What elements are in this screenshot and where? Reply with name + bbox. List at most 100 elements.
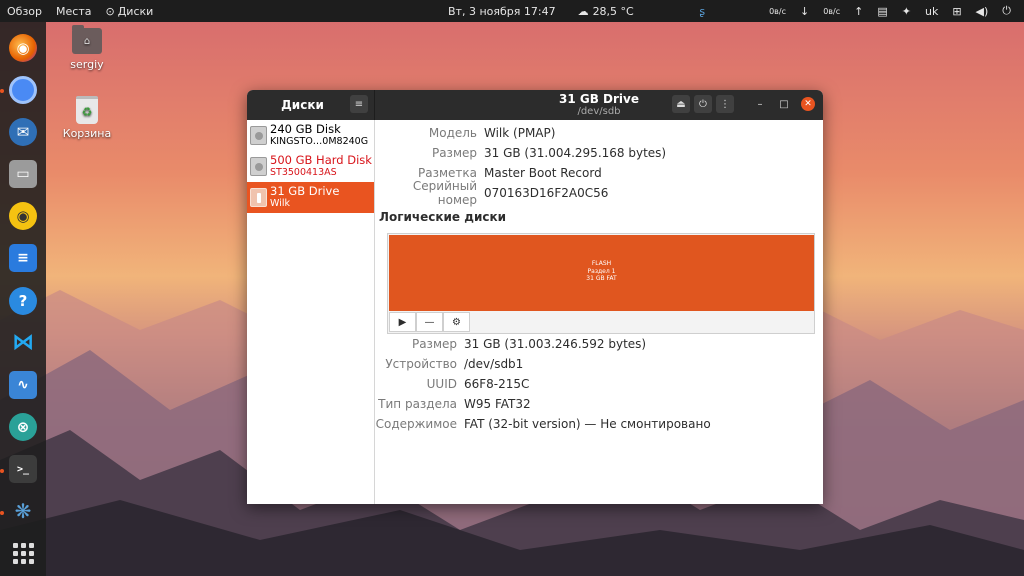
app-menu[interactable]: ⊙ Диски bbox=[98, 5, 160, 18]
property-value: Wilk (PMAP) bbox=[484, 126, 556, 140]
property-value: 66F8-215C bbox=[464, 377, 530, 391]
partition-properties: Размер 31 GB (31.003.246.592 bytes) Устр… bbox=[375, 334, 823, 434]
dock: ◉ ✉ ▭ ◉ ≡ ? ⋈ ∿ ⊗ >_ ❋ bbox=[0, 22, 46, 576]
volume-map: FLASH Раздел 1 31 GB FAT ▶ — ⚙ bbox=[387, 233, 815, 334]
drive-item-31gb[interactable]: 31 GB Drive Wilk bbox=[247, 182, 374, 213]
gears-icon: ⚙ bbox=[452, 316, 461, 328]
more-vertical-icon: ⋮ bbox=[720, 98, 730, 110]
libreoffice-writer-icon: ≡ bbox=[9, 244, 37, 273]
dock-vscode[interactable]: ⋈ bbox=[5, 326, 41, 359]
property-row: Модель Wilk (PMAP) bbox=[375, 123, 823, 143]
clock-area[interactable]: Вт, 3 ноября 17:47 ☁ 28,5 °C bbox=[448, 5, 634, 18]
app-menu-button[interactable]: ≡ bbox=[350, 95, 368, 113]
disks-window: Диски ≡ 31 GB Drive /dev/sdb ⏏ ⏻ ⋮ – □ ✕… bbox=[247, 90, 823, 504]
partition-segment[interactable]: FLASH Раздел 1 31 GB FAT bbox=[389, 235, 814, 311]
dock-thunderbird[interactable]: ✉ bbox=[5, 115, 41, 148]
drive-model: Wilk bbox=[270, 197, 290, 209]
clipboard-icon[interactable]: ▤ bbox=[870, 5, 894, 18]
dock-writer[interactable]: ≡ bbox=[5, 242, 41, 275]
dock-chromium[interactable] bbox=[0, 73, 41, 106]
drive-properties: Модель Wilk (PMAP) Размер 31 GB (31.004.… bbox=[375, 123, 823, 207]
trash-icon: ♻ bbox=[76, 96, 98, 124]
delete-partition-button[interactable]: — bbox=[416, 312, 443, 332]
accessibility-icon[interactable]: ✦ bbox=[895, 5, 918, 18]
sidebar-header: Диски ≡ bbox=[247, 90, 375, 120]
window-subtitle: /dev/sdb bbox=[577, 106, 621, 118]
dock-help[interactable]: ? bbox=[5, 284, 41, 317]
net-down-label: 0в/с bbox=[769, 6, 786, 16]
dock-remmina[interactable]: ⊗ bbox=[5, 410, 41, 443]
places-menu[interactable]: Места bbox=[49, 5, 98, 18]
net-speed-up: 0в/с bbox=[816, 7, 847, 16]
property-row: Размер 31 GB (31.003.246.592 bytes) bbox=[375, 334, 823, 354]
power-off-button[interactable]: ⏻ bbox=[694, 95, 712, 113]
drive-item-240gb[interactable]: 240 GB Disk KINGSTO…0M8240G bbox=[247, 120, 374, 151]
property-row: Серийный номер 070163D16F2A0C56 bbox=[375, 179, 823, 207]
system-monitor-icon: ∿ bbox=[9, 370, 37, 399]
maximize-button[interactable]: □ bbox=[777, 99, 791, 110]
dock-terminal[interactable]: >_ bbox=[0, 453, 41, 486]
clock: Вт, 3 ноября 17:47 bbox=[448, 4, 556, 18]
network-icon[interactable]: ⊞ bbox=[945, 5, 968, 18]
header-bar: Диски ≡ 31 GB Drive /dev/sdb ⏏ ⏻ ⋮ – □ ✕ bbox=[247, 90, 823, 120]
property-key: Разметка bbox=[418, 166, 477, 180]
files-icon: ▭ bbox=[9, 160, 37, 189]
drive-options-button[interactable]: ⋮ bbox=[716, 95, 734, 113]
hard-disk-icon bbox=[250, 157, 267, 176]
property-key: Размер bbox=[411, 337, 457, 351]
help-icon: ? bbox=[9, 286, 37, 315]
dock-firefox[interactable]: ◉ bbox=[5, 31, 41, 64]
dock-rhythmbox[interactable]: ◉ bbox=[5, 200, 41, 233]
firefox-icon: ◉ bbox=[9, 33, 37, 62]
sidebar-title: Диски bbox=[281, 98, 324, 112]
drive-item-500gb[interactable]: 500 GB Hard Disk ST3500413AS bbox=[247, 151, 374, 182]
power-menu-icon[interactable]: ⏻ bbox=[995, 4, 1018, 18]
desktop-home-folder[interactable]: ⌂ sergiy bbox=[57, 25, 117, 71]
drive-actions: ⏏ ⏻ ⋮ bbox=[672, 95, 734, 113]
minimize-button[interactable]: – bbox=[753, 99, 767, 110]
extension-icon[interactable]: ʂ bbox=[692, 5, 712, 18]
property-key: Размер bbox=[431, 146, 477, 160]
keyboard-layout[interactable]: uk bbox=[918, 5, 945, 18]
thunderbird-icon: ✉ bbox=[9, 117, 37, 146]
property-value: 31 GB (31.003.246.592 bytes) bbox=[464, 337, 647, 351]
property-value: FAT (32-bit version) — Не смонтировано bbox=[464, 417, 711, 431]
remmina-icon: ⊗ bbox=[9, 412, 37, 441]
system-tray: ʂ 0в/с ↓ 0в/с ↑ ▤ ✦ uk ⊞ ◀) ⏻ bbox=[692, 4, 1018, 18]
dock-system-monitor[interactable]: ∿ bbox=[5, 368, 41, 401]
running-indicator bbox=[0, 468, 4, 473]
volumes-heading: Логические диски bbox=[379, 210, 507, 224]
drive-list: 240 GB Disk KINGSTO…0M8240G 500 GB Hard … bbox=[247, 120, 375, 504]
drive-model: KINGSTO…0M8240G bbox=[270, 135, 369, 147]
window-title: 31 GB Drive bbox=[558, 92, 639, 106]
dock-kde-connect[interactable]: ❋ bbox=[0, 495, 41, 528]
desktop-trash[interactable]: ♻ Корзина bbox=[57, 96, 117, 140]
mount-button[interactable]: ▶ bbox=[389, 312, 416, 332]
property-row: Размер 31 GB (31.004.295.168 bytes) bbox=[375, 143, 823, 163]
property-row: Содержимое FAT (32-bit version) — Не смо… bbox=[375, 414, 823, 434]
activities-button[interactable]: Обзор bbox=[0, 5, 49, 18]
usb-drive-icon bbox=[250, 188, 267, 207]
partition-label: FLASH bbox=[591, 260, 612, 267]
property-key: Модель bbox=[428, 126, 477, 140]
app-menu-label: Диски bbox=[117, 4, 154, 18]
chromium-icon bbox=[9, 75, 37, 104]
partition-number: Раздел 1 bbox=[587, 267, 616, 275]
drive-details: Модель Wilk (PMAP) Размер 31 GB (31.004.… bbox=[375, 120, 823, 504]
property-row: UUID 66F8-215C bbox=[375, 374, 823, 394]
show-applications-button[interactable] bbox=[5, 537, 41, 570]
hamburger-icon: ≡ bbox=[354, 98, 364, 110]
window-controls: – □ ✕ bbox=[753, 97, 815, 111]
eject-button[interactable]: ⏏ bbox=[672, 95, 690, 113]
minus-icon: — bbox=[424, 316, 435, 328]
drive-name: 31 GB Drive bbox=[270, 184, 340, 199]
terminal-icon: >_ bbox=[9, 455, 37, 484]
dock-files[interactable]: ▭ bbox=[5, 157, 41, 190]
power-icon: ⏻ bbox=[699, 98, 707, 110]
vscode-icon: ⋈ bbox=[12, 330, 34, 356]
close-button[interactable]: ✕ bbox=[801, 97, 815, 111]
partition-settings-button[interactable]: ⚙ bbox=[443, 312, 470, 332]
property-key: Содержимое bbox=[375, 417, 457, 431]
volume-icon[interactable]: ◀) bbox=[969, 5, 996, 18]
property-value: 070163D16F2A0C56 bbox=[484, 186, 609, 200]
